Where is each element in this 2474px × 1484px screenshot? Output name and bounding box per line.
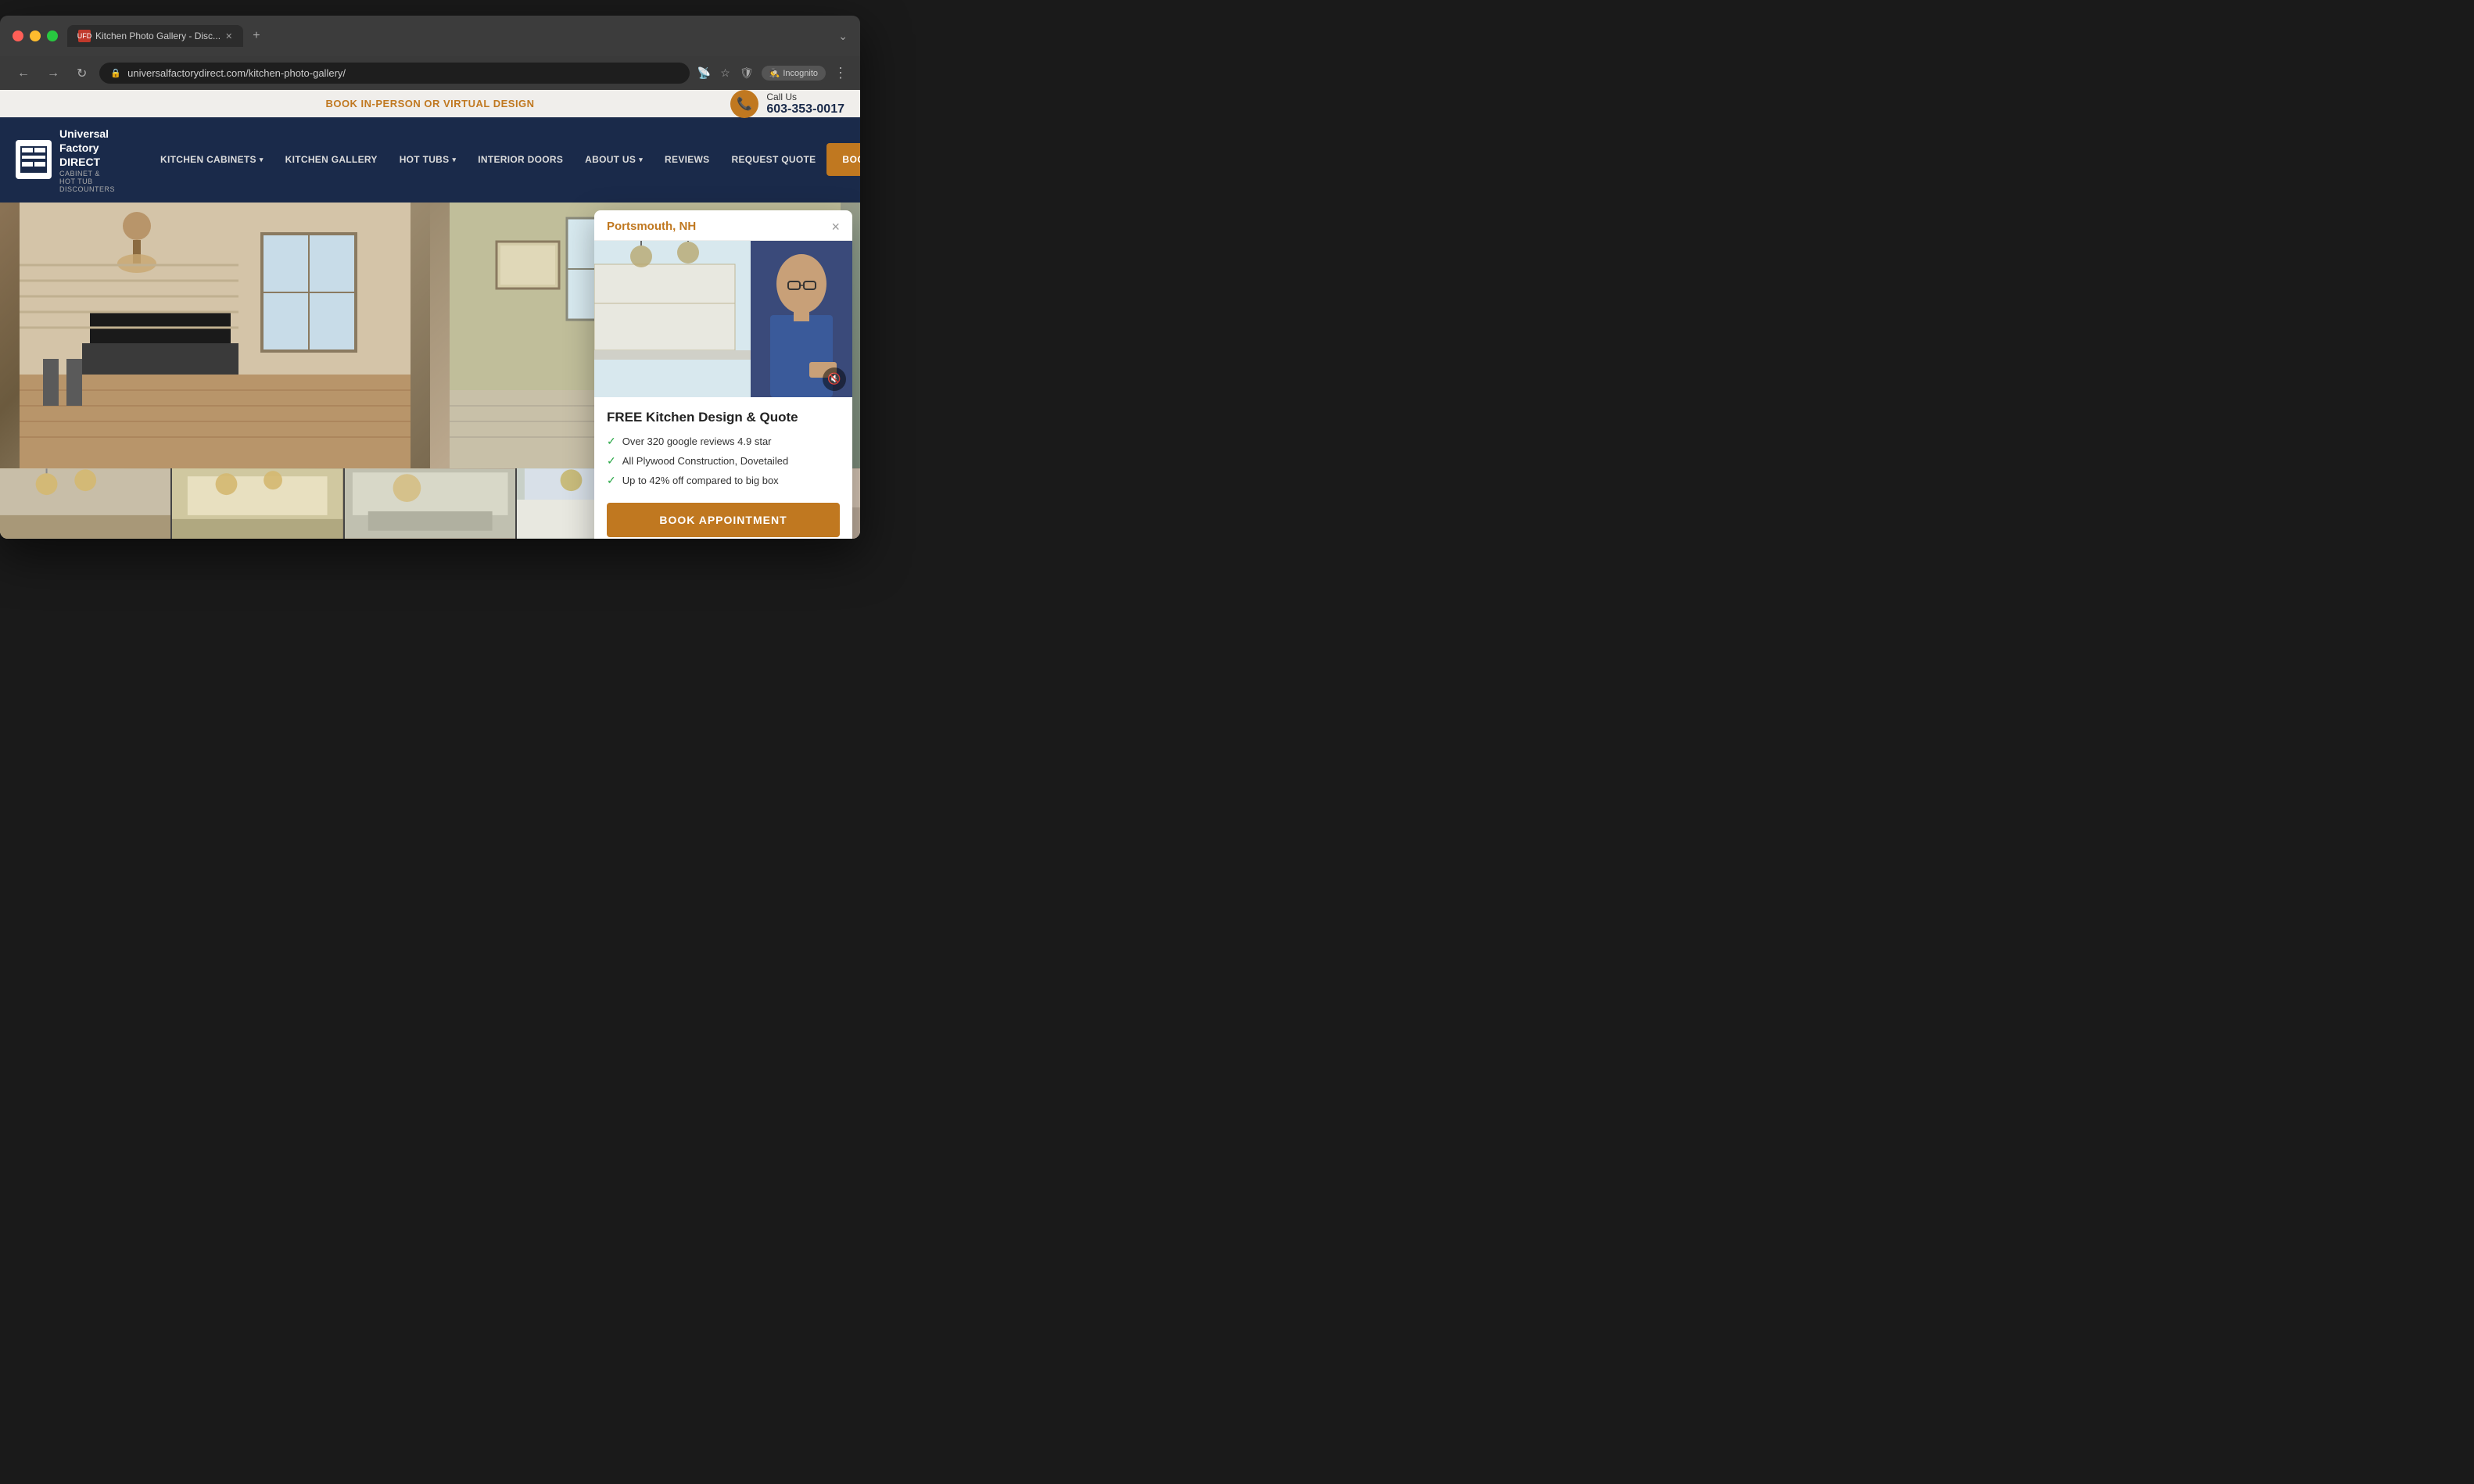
- refresh-button[interactable]: ↻: [72, 64, 91, 83]
- room-illustration-1: [0, 203, 430, 468]
- maximize-window-button[interactable]: [47, 30, 58, 41]
- toolbar-icons: 📡 ☆ 🛡: [697, 66, 754, 80]
- thumb-svg-2: [172, 468, 342, 539]
- popup-feature-3: ✓ Up to 42% off compared to big box: [607, 474, 840, 487]
- nav-interior-doors[interactable]: INTERIOR DOORS: [467, 140, 574, 179]
- nav-about-us[interactable]: ABOUT US ▾: [574, 140, 654, 179]
- call-number[interactable]: 603-353-0017: [766, 102, 844, 116]
- address-bar[interactable]: 🔒 universalfactorydirect.com/kitchen-pho…: [99, 63, 689, 84]
- site-logo[interactable]: Universal FactoryDIRECT CABINET & HOT TU…: [16, 117, 134, 203]
- call-label: Call Us: [766, 91, 844, 102]
- tab-expand-button[interactable]: ⌄: [838, 30, 848, 43]
- main-navigation: Universal FactoryDIRECT CABINET & HOT TU…: [0, 117, 860, 203]
- back-button[interactable]: ←: [13, 65, 34, 82]
- tab-close-button[interactable]: ✕: [225, 31, 232, 41]
- traffic-lights: [13, 30, 58, 41]
- logo-name: Universal FactoryDIRECT: [59, 127, 118, 170]
- mute-button[interactable]: 🔇: [823, 367, 846, 391]
- video-background: [594, 241, 852, 397]
- thumb-svg-1: [0, 468, 170, 539]
- logo-text-block: Universal FactoryDIRECT CABINET & HOT TU…: [59, 127, 118, 193]
- tab-favicon: UFD: [78, 30, 91, 42]
- incognito-badge: 🕵 Incognito: [762, 66, 826, 81]
- popup-widget: Portsmouth, NH ×: [594, 210, 852, 539]
- browser-toolbar: ← → ↻ 🔒 universalfactorydirect.com/kitch…: [0, 56, 860, 90]
- call-us-widget: 📞 Call Us 603-353-0017: [730, 90, 844, 118]
- chevron-down-icon: ▾: [639, 156, 643, 164]
- security-icon: 🔒: [110, 68, 121, 78]
- top-bar: BOOK IN-PERSON OR VIRTUAL DESIGN 📞 Call …: [0, 90, 860, 117]
- mute-icon: 🔇: [827, 372, 841, 385]
- popup-video[interactable]: 🔇: [594, 241, 852, 397]
- incognito-label: Incognito: [783, 69, 818, 78]
- popup-book-appointment-button[interactable]: BOOK APPOINTMENT: [607, 503, 840, 537]
- logo-tagline: CABINET & HOT TUB DISCOUNTERS: [59, 170, 118, 193]
- popup-location: Portsmouth, NH: [607, 220, 696, 233]
- nav-hot-tubs[interactable]: HOT TUBS ▾: [389, 140, 468, 179]
- new-tab-button[interactable]: +: [253, 29, 260, 43]
- gallery-thumb-2[interactable]: [172, 468, 342, 539]
- video-scene: [594, 241, 852, 397]
- gallery-thumb-3[interactable]: [345, 468, 515, 539]
- gallery-thumb-1[interactable]: [0, 468, 170, 539]
- active-tab[interactable]: UFD Kitchen Photo Gallery - Disc... ✕: [67, 25, 243, 47]
- nav-items: KITCHEN CABINETS ▾ KITCHEN GALLERY HOT T…: [149, 140, 826, 179]
- logo-svg: [19, 145, 48, 174]
- phone-icon: 📞: [730, 90, 758, 118]
- minimize-window-button[interactable]: [30, 30, 41, 41]
- browser-titlebar: UFD Kitchen Photo Gallery - Disc... ✕ + …: [0, 16, 860, 56]
- check-icon-2: ✓: [607, 454, 616, 468]
- gallery-section: BEFORE Portsmouth, NH ×: [0, 203, 860, 539]
- nav-reviews[interactable]: REVIEWS: [654, 140, 720, 179]
- forward-button[interactable]: →: [42, 65, 64, 82]
- incognito-icon: 🕵: [769, 68, 780, 78]
- browser-menu-button[interactable]: ⋮: [834, 65, 848, 81]
- close-window-button[interactable]: [13, 30, 23, 41]
- browser-window: UFD Kitchen Photo Gallery - Disc... ✕ + …: [0, 16, 860, 539]
- popup-title: FREE Kitchen Design & Quote: [607, 410, 840, 425]
- chevron-down-icon: ▾: [260, 156, 264, 164]
- gallery-image-1[interactable]: [0, 203, 430, 468]
- nav-kitchen-gallery[interactable]: KITCHEN GALLERY: [274, 140, 389, 179]
- nav-book-appointment-button[interactable]: BOOK APPOINTMENT: [826, 143, 860, 176]
- tab-title: Kitchen Photo Gallery - Disc...: [95, 30, 221, 41]
- nav-request-quote[interactable]: REQUEST QUOTE: [721, 140, 827, 179]
- promo-link[interactable]: BOOK IN-PERSON OR VIRTUAL DESIGN: [325, 98, 534, 109]
- shield-icon[interactable]: 🛡: [740, 66, 754, 80]
- cast-icon[interactable]: 📡: [697, 66, 711, 80]
- popup-body: FREE Kitchen Design & Quote ✓ Over 320 g…: [594, 397, 852, 539]
- bookmark-icon[interactable]: ☆: [720, 66, 730, 80]
- chevron-down-icon: ▾: [452, 156, 456, 164]
- check-icon-3: ✓: [607, 474, 616, 487]
- call-info: Call Us 603-353-0017: [766, 91, 844, 116]
- url-text: universalfactorydirect.com/kitchen-photo…: [127, 67, 346, 79]
- popup-feature-1: ✓ Over 320 google reviews 4.9 star: [607, 435, 840, 448]
- thumb-svg-3: [345, 468, 515, 539]
- nav-kitchen-cabinets[interactable]: KITCHEN CABINETS ▾: [149, 140, 274, 179]
- popup-close-button[interactable]: ×: [831, 220, 840, 234]
- popup-header: Portsmouth, NH ×: [594, 210, 852, 241]
- popup-feature-2: ✓ All Plywood Construction, Dovetailed: [607, 454, 840, 468]
- logo-icon: [16, 140, 52, 179]
- check-icon-1: ✓: [607, 435, 616, 448]
- tab-bar: UFD Kitchen Photo Gallery - Disc... ✕ +: [67, 25, 829, 47]
- website-content: BOOK IN-PERSON OR VIRTUAL DESIGN 📞 Call …: [0, 90, 860, 539]
